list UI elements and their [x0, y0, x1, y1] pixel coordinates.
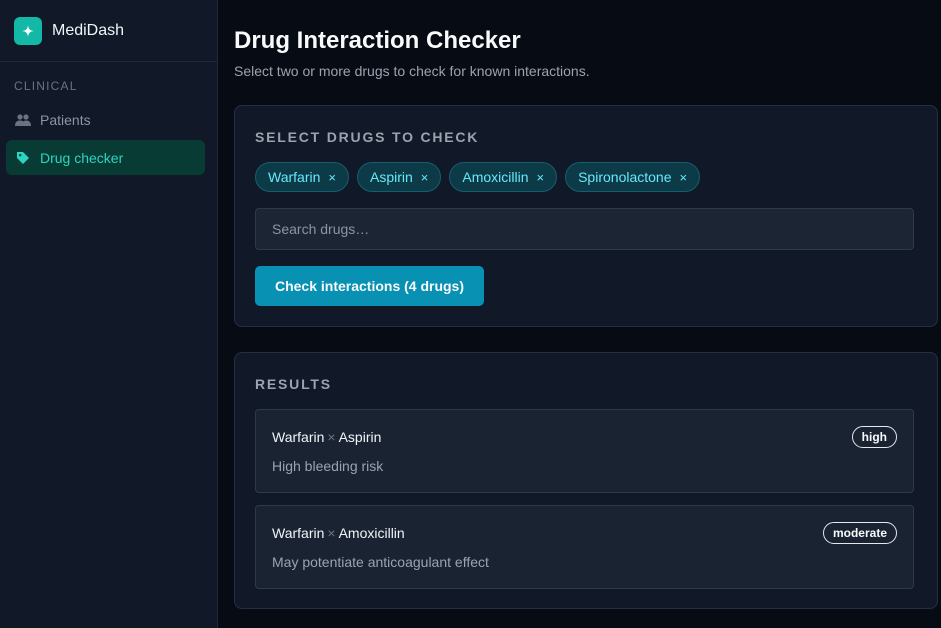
drug-chip-label: Aspirin — [369, 169, 413, 185]
drug-chip[interactable]: Aspirin × — [356, 162, 442, 192]
drug-search-input[interactable] — [255, 208, 914, 250]
remove-chip-icon[interactable]: × — [537, 170, 545, 185]
drug-chip-label: Warfarin — [268, 169, 321, 185]
drug-chip[interactable]: Amoxicillin × — [449, 162, 558, 192]
results-card: RESULTS Warfarin × Aspirin High bleeding r… — [234, 352, 938, 609]
pair-separator: × — [327, 429, 336, 445]
drug-chip[interactable]: Warfarin × — [255, 162, 349, 192]
page-subtitle: Select two or more drugs to check for kn… — [234, 63, 590, 79]
pair-separator: × — [327, 525, 336, 541]
drug-chip-label: Amoxicillin — [462, 169, 529, 185]
interaction-result: Warfarin × Amoxicillin May potentiate anti… — [255, 505, 914, 589]
sidebar-item-label: Patients — [40, 111, 91, 128]
results-heading: RESULTS — [255, 376, 332, 392]
drug-selector-card: SELECT DRUGS TO CHECK Warfarin × Aspirin… — [234, 105, 938, 327]
remove-chip-icon[interactable]: × — [421, 170, 429, 185]
tag-icon — [15, 150, 31, 166]
sidebar-item-patients[interactable]: Patients — [6, 102, 205, 137]
remove-chip-icon[interactable]: × — [328, 170, 336, 185]
interaction-result: Warfarin × Aspirin High bleeding risk high — [255, 409, 914, 493]
brand[interactable]: MediDash — [0, 0, 217, 62]
drug-pair: Warfarin × Amoxicillin — [272, 525, 405, 541]
selector-heading: SELECT DRUGS TO CHECK — [255, 129, 480, 145]
page-title: Drug Interaction Checker — [234, 27, 521, 54]
medical-cross-icon — [14, 16, 42, 45]
drug-chip[interactable]: Spironolactone × — [565, 162, 701, 192]
drug-b: Amoxicillin — [338, 525, 405, 541]
app-name: MediDash — [52, 21, 125, 39]
selected-drugs: Warfarin × Aspirin × Amoxicillin × Spiro… — [255, 162, 701, 192]
main-content: Drug Interaction Checker Select two or m… — [218, 0, 941, 628]
drug-a: Warfarin — [272, 429, 325, 445]
severity-badge: high — [851, 426, 897, 448]
drug-b: Aspirin — [338, 429, 382, 445]
drug-a: Warfarin — [272, 525, 325, 541]
sidebar: MediDash CLINICAL Patients Drug checker — [0, 0, 218, 628]
check-interactions-button[interactable]: Check interactions (4 drugs) — [255, 266, 484, 306]
interaction-description: May potentiate anticoagulant effect — [272, 554, 489, 570]
drug-pair: Warfarin × Aspirin — [272, 429, 381, 445]
remove-chip-icon[interactable]: × — [680, 170, 688, 185]
sidebar-section-label: CLINICAL — [14, 79, 78, 93]
sidebar-item-label: Drug checker — [40, 149, 124, 166]
drug-chip-label: Spironolactone — [578, 169, 672, 185]
severity-badge: moderate — [822, 522, 897, 544]
sidebar-item-drug-checker[interactable]: Drug checker — [6, 140, 205, 175]
users-icon — [15, 112, 31, 128]
interaction-description: High bleeding risk — [272, 458, 384, 474]
